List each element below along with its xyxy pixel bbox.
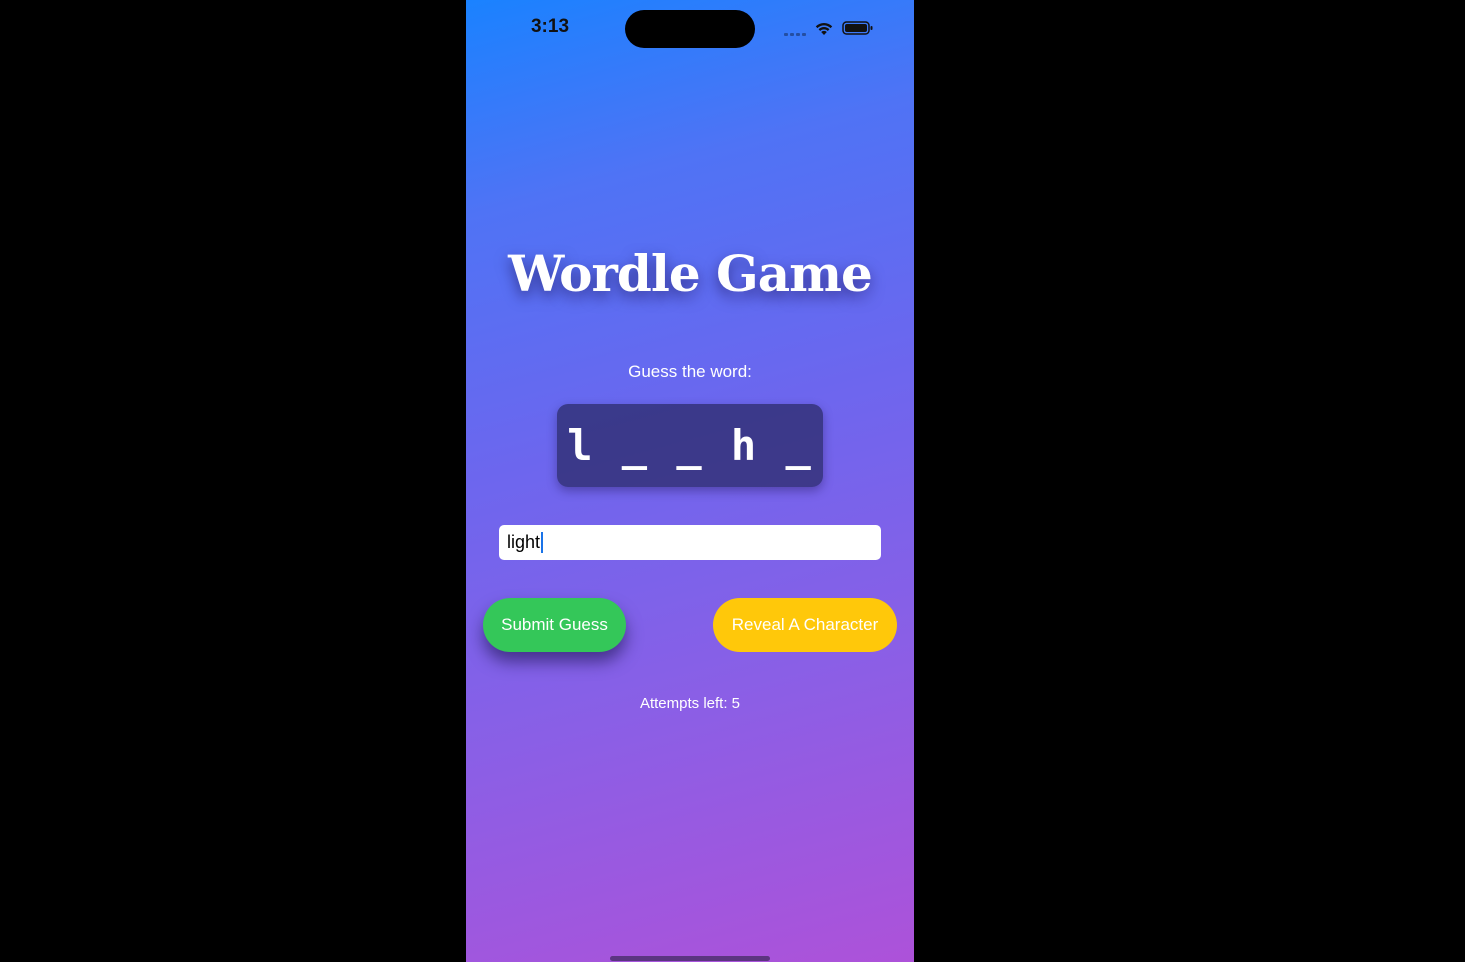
reveal-character-button[interactable]: Reveal A Character bbox=[713, 598, 897, 652]
attempts-left: Attempts left: 5 bbox=[639, 695, 741, 712]
home-indicator[interactable] bbox=[610, 956, 770, 961]
submit-guess-label: Submit Guess bbox=[501, 615, 608, 634]
masked-word: l _ _ h _ bbox=[567, 421, 813, 470]
battery-icon bbox=[842, 21, 873, 35]
dynamic-island bbox=[625, 10, 755, 48]
guess-input-value: light bbox=[507, 532, 541, 552]
submit-guess-button[interactable]: Submit Guess bbox=[483, 598, 626, 652]
reveal-character-label: Reveal A Character bbox=[731, 615, 879, 634]
wifi-icon bbox=[815, 23, 833, 35]
game-title: Wordle Game bbox=[508, 244, 873, 303]
phone-screen: 3:13 Wordle Game Guess the word: l _ _ h… bbox=[466, 0, 914, 962]
guess-input[interactable]: light bbox=[499, 525, 881, 560]
text-caret bbox=[541, 532, 544, 553]
masked-word-box: l _ _ h _ bbox=[557, 404, 823, 487]
status-icons bbox=[784, 19, 874, 37]
guess-prompt: Guess the word: bbox=[628, 362, 752, 381]
signal-icon bbox=[784, 26, 806, 36]
status-time: 3:13 bbox=[530, 16, 570, 37]
